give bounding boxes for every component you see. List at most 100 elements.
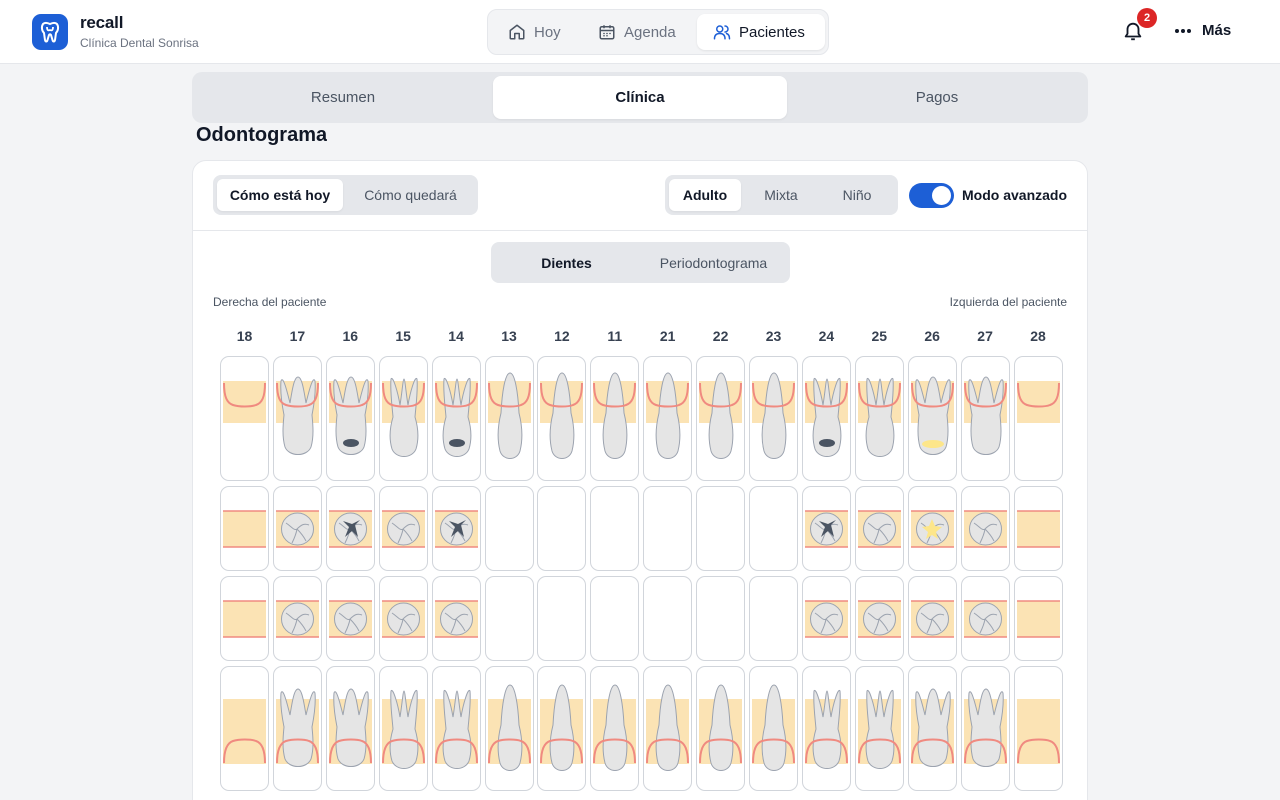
tooth-cell-15-lingual[interactable] (378, 666, 428, 791)
view-planned-button[interactable]: Cómo quedará (347, 179, 474, 211)
tooth-cell-17-occlusal-upper[interactable] (272, 486, 322, 571)
tooth-cell-22-occlusal-upper[interactable] (696, 486, 746, 571)
tooth-number-26[interactable]: 26 (907, 328, 957, 344)
tooth-cell-24-lingual[interactable] (801, 666, 851, 791)
tooth-cell-17-lingual[interactable] (272, 666, 322, 791)
tooth-cell-11-lingual[interactable] (590, 666, 640, 791)
tooth-cell-13-lingual[interactable] (484, 666, 534, 791)
tooth-number-11[interactable]: 11 (590, 328, 640, 344)
tooth-number-15[interactable]: 15 (378, 328, 428, 344)
tooth-cell-12-vestibular[interactable] (537, 356, 587, 481)
tooth-cell-16-vestibular[interactable] (325, 356, 375, 481)
dentition-adult-button[interactable]: Adulto (669, 179, 741, 211)
tooth-14-lingual-icon (434, 689, 478, 769)
tooth-cell-28-vestibular[interactable] (1013, 356, 1063, 481)
tooth-number-25[interactable]: 25 (854, 328, 904, 344)
tooth-number-17[interactable]: 17 (272, 328, 322, 344)
tooth-cell-15-occlusal-upper[interactable] (378, 486, 428, 571)
tooth-number-21[interactable]: 21 (643, 328, 693, 344)
tooth-cell-23-occlusal-lower[interactable] (749, 576, 798, 661)
tooth-number-12[interactable]: 12 (537, 328, 587, 344)
tooth-cell-23-occlusal-upper[interactable] (749, 486, 798, 571)
tooth-number-27[interactable]: 27 (960, 328, 1010, 344)
tab-resumen[interactable]: Resumen (196, 76, 490, 119)
tooth-25-lingual-icon (857, 689, 901, 769)
tooth-cell-26-vestibular[interactable] (907, 356, 957, 481)
tooth-cell-11-occlusal-upper[interactable] (590, 486, 640, 571)
tooth-cell-22-lingual[interactable] (696, 666, 746, 791)
nav-agenda[interactable]: Agenda (588, 14, 686, 50)
tooth-cell-11-occlusal-lower[interactable] (590, 576, 640, 661)
dentition-mixed-button[interactable]: Mixta (745, 179, 817, 211)
tooth-cell-16-occlusal-upper[interactable] (325, 486, 375, 571)
tooth-cell-11-vestibular[interactable] (590, 356, 640, 481)
tooth-cell-26-lingual[interactable] (907, 666, 957, 791)
tooth-cell-15-occlusal-lower[interactable] (378, 576, 428, 661)
tooth-cell-12-lingual[interactable] (537, 666, 587, 791)
tooth-cell-13-vestibular[interactable] (484, 356, 534, 481)
nav-pacientes[interactable]: Pacientes (697, 14, 825, 50)
tooth-13-occlusal-lower-icon (486, 577, 533, 660)
tooth-cell-22-occlusal-lower[interactable] (696, 576, 746, 661)
tab-clinica[interactable]: Clínica (493, 76, 787, 119)
tooth-cell-25-occlusal-upper[interactable] (854, 486, 904, 571)
tooth-number-13[interactable]: 13 (484, 328, 534, 344)
tooth-cell-28-occlusal-lower[interactable] (1013, 576, 1063, 661)
tooth-number-23[interactable]: 23 (749, 328, 799, 344)
tooth-number-14[interactable]: 14 (431, 328, 481, 344)
tooth-number-16[interactable]: 16 (325, 328, 375, 344)
tooth-cell-18-occlusal-lower[interactable] (220, 576, 269, 661)
tooth-cell-24-occlusal-upper[interactable] (801, 486, 851, 571)
tab-dientes[interactable]: Dientes (495, 246, 638, 279)
tooth-cell-27-occlusal-upper[interactable] (960, 486, 1010, 571)
tooth-cell-16-occlusal-lower[interactable] (325, 576, 375, 661)
view-current-button[interactable]: Cómo está hoy (217, 179, 343, 211)
tooth-cell-25-vestibular[interactable] (854, 356, 904, 481)
tooth-number-18[interactable]: 18 (220, 328, 270, 344)
tooth-cell-18-lingual[interactable] (220, 666, 269, 791)
tooth-cell-16-lingual[interactable] (325, 666, 375, 791)
tooth-cell-27-vestibular[interactable] (960, 356, 1010, 481)
tooth-number-28[interactable]: 28 (1013, 328, 1063, 344)
tooth-cell-14-occlusal-lower[interactable] (431, 576, 481, 661)
dentition-child-button[interactable]: Niño (821, 179, 893, 211)
tooth-cell-21-lingual[interactable] (643, 666, 693, 791)
tooth-cell-21-vestibular[interactable] (643, 356, 693, 481)
tooth-cell-13-occlusal-lower[interactable] (484, 576, 534, 661)
tooth-cell-28-occlusal-upper[interactable] (1013, 486, 1063, 571)
tooth-cell-18-vestibular[interactable] (220, 356, 269, 481)
tooth-cell-26-occlusal-lower[interactable] (907, 576, 957, 661)
tooth-cell-21-occlusal-upper[interactable] (643, 486, 693, 571)
tooth-cell-12-occlusal-lower[interactable] (537, 576, 587, 661)
tab-periodontograma[interactable]: Periodontograma (641, 246, 786, 279)
tooth-cell-28-lingual[interactable] (1013, 666, 1063, 791)
tooth-number-24[interactable]: 24 (801, 328, 851, 344)
tooth-number-22[interactable]: 22 (696, 328, 746, 344)
tooth-cell-18-occlusal-upper[interactable] (220, 486, 269, 571)
tooth-cell-14-lingual[interactable] (431, 666, 481, 791)
tooth-cell-12-occlusal-upper[interactable] (537, 486, 587, 571)
tooth-cell-23-vestibular[interactable] (749, 356, 798, 481)
more-menu-button[interactable]: Más (1174, 22, 1231, 39)
tooth-13-lingual-icon (487, 684, 531, 771)
tooth-cell-24-occlusal-lower[interactable] (801, 576, 851, 661)
tooth-cell-25-lingual[interactable] (854, 666, 904, 791)
tab-pagos[interactable]: Pagos (790, 76, 1084, 119)
tooth-cell-27-occlusal-lower[interactable] (960, 576, 1010, 661)
advanced-mode-toggle[interactable] (909, 183, 954, 208)
tooth-cell-17-vestibular[interactable] (272, 356, 322, 481)
recall-logo[interactable] (32, 14, 68, 50)
tooth-cell-23-lingual[interactable] (749, 666, 798, 791)
tooth-cell-14-vestibular[interactable] (431, 356, 481, 481)
tooth-cell-14-occlusal-upper[interactable] (431, 486, 481, 571)
tooth-cell-13-occlusal-upper[interactable] (484, 486, 534, 571)
nav-hoy[interactable]: Hoy (498, 14, 571, 50)
tooth-cell-21-occlusal-lower[interactable] (643, 576, 693, 661)
tooth-cell-15-vestibular[interactable] (378, 356, 428, 481)
tooth-cell-22-vestibular[interactable] (696, 356, 746, 481)
tooth-cell-27-lingual[interactable] (960, 666, 1010, 791)
tooth-cell-25-occlusal-lower[interactable] (854, 576, 904, 661)
tooth-cell-24-vestibular[interactable] (801, 356, 851, 481)
tooth-cell-17-occlusal-lower[interactable] (272, 576, 322, 661)
tooth-cell-26-occlusal-upper[interactable] (907, 486, 957, 571)
